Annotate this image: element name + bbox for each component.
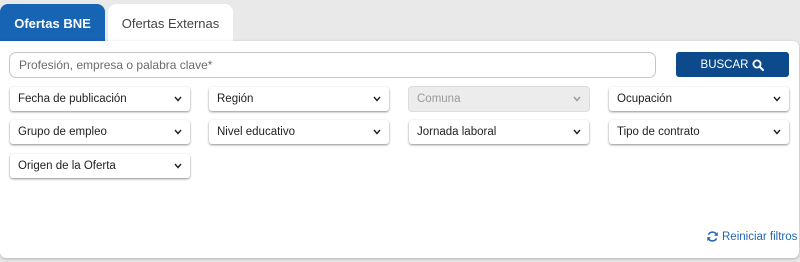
filter-origen-oferta[interactable]: Origen de la Oferta — [10, 154, 190, 178]
filter-ocupacion[interactable]: Ocupación — [609, 87, 789, 111]
search-button[interactable]: BUSCAR — [676, 52, 789, 77]
filter-label: Origen de la Oferta — [18, 160, 116, 172]
search-button-label: BUSCAR — [700, 58, 749, 71]
filter-label: Grupo de empleo — [18, 126, 107, 138]
chevron-down-icon — [174, 129, 182, 135]
filter-region[interactable]: Región — [209, 87, 389, 111]
search-panel: BUSCAR Fecha de publicación Región Comun… — [0, 41, 799, 258]
filter-label: Jornada laboral — [417, 126, 497, 138]
filter-label: Fecha de publicación — [18, 93, 127, 105]
filter-label: Nivel educativo — [217, 126, 295, 138]
filter-grupo-empleo[interactable]: Grupo de empleo — [10, 120, 190, 144]
chevron-down-icon — [773, 96, 781, 102]
chevron-down-icon — [773, 129, 781, 135]
search-icon — [752, 59, 765, 71]
filter-label: Comuna — [417, 93, 461, 105]
tab-ofertas-externas[interactable]: Ofertas Externas — [108, 4, 233, 42]
filter-comuna: Comuna — [409, 87, 589, 111]
filter-fecha-publicacion[interactable]: Fecha de publicación — [10, 87, 190, 111]
filter-tipo-contrato[interactable]: Tipo de contrato — [609, 120, 789, 144]
filter-label: Ocupación — [617, 93, 672, 105]
search-input[interactable] — [9, 52, 656, 78]
chevron-down-icon — [174, 96, 182, 102]
chevron-down-icon — [174, 163, 182, 169]
chevron-down-icon — [373, 129, 381, 135]
reset-filters-label: Reiniciar filtros — [722, 230, 798, 243]
tab-label: Ofertas Externas — [121, 15, 220, 31]
chevron-down-icon — [573, 96, 581, 102]
filter-jornada-laboral[interactable]: Jornada laboral — [409, 120, 589, 144]
filter-label: Tipo de contrato — [617, 126, 700, 138]
tab-ofertas-bne[interactable]: Ofertas BNE — [0, 4, 105, 42]
filter-nivel-educativo[interactable]: Nivel educativo — [209, 120, 389, 144]
refresh-icon — [707, 231, 718, 242]
reset-filters-link[interactable]: Reiniciar filtros — [706, 230, 797, 243]
filter-label: Región — [217, 93, 254, 105]
chevron-down-icon — [573, 129, 581, 135]
chevron-down-icon — [373, 96, 381, 102]
tab-label: Ofertas BNE — [14, 15, 91, 31]
